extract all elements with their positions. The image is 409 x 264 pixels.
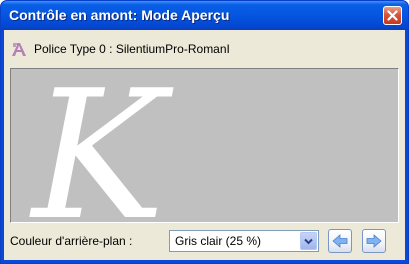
dialog-body: Police Type 0 : SilentiumPro-RomanI K Co… [4, 30, 405, 260]
close-icon [387, 10, 398, 21]
chevron-down-icon [304, 238, 313, 245]
preview-dialog: Contrôle en amont: Mode Aperçu Police Ty… [0, 0, 409, 264]
font-name-label: Police Type 0 : SilentiumPro-RomanI [34, 42, 230, 56]
background-color-label: Couleur d'arrière-plan : [10, 234, 133, 248]
glyph-preview: K [10, 68, 399, 223]
window-title: Contrôle en amont: Mode Aperçu [9, 7, 230, 23]
close-button[interactable] [383, 6, 402, 25]
background-color-value: Gris clair (25 %) [175, 234, 262, 248]
background-color-select[interactable]: Gris clair (25 %) [169, 230, 319, 252]
preview-glyph: K [32, 68, 165, 223]
background-controls: Couleur d'arrière-plan : Gris clair (25 … [10, 229, 399, 253]
arrow-right-icon [366, 234, 382, 248]
dropdown-button[interactable] [300, 232, 317, 250]
font-info-row: Police Type 0 : SilentiumPro-RomanI [10, 39, 230, 59]
font-icon [12, 43, 26, 56]
next-button[interactable] [362, 229, 386, 253]
title-bar[interactable]: Contrôle en amont: Mode Aperçu [1, 1, 408, 30]
previous-button[interactable] [328, 229, 352, 253]
arrow-left-icon [332, 234, 348, 248]
